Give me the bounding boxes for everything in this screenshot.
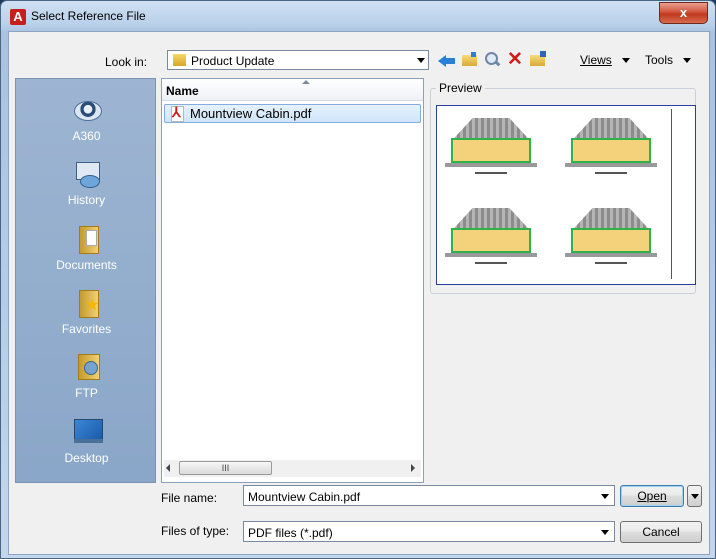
chevron-down-icon (691, 494, 699, 499)
places-item-label: FTP (75, 386, 98, 400)
file-type-value: PDF files (*.pdf) (248, 526, 333, 540)
scroll-thumb[interactable]: III (179, 461, 272, 475)
chevron-down-icon (683, 58, 692, 64)
file-type-dropdown[interactable]: PDF files (*.pdf) (243, 521, 615, 542)
chevron-down-icon[interactable] (417, 58, 425, 63)
open-button-label: Open (637, 489, 667, 503)
close-button[interactable]: x (659, 2, 708, 24)
places-item-label: Favorites (61, 322, 112, 336)
chevron-down-icon[interactable] (601, 494, 609, 499)
up-folder-icon[interactable] (461, 50, 479, 70)
elevation-drawing (565, 118, 657, 174)
preview-thumbnail (436, 105, 696, 285)
file-name-field[interactable]: Mountview Cabin.pdf (243, 485, 615, 506)
places-item-ftp[interactable]: FTP (16, 352, 157, 414)
favorites-icon (72, 288, 102, 318)
tools-label: Tools (645, 53, 674, 67)
open-button[interactable]: Open (620, 485, 684, 507)
history-icon (72, 159, 102, 189)
dialog-client-area: Look in: Product Update ✕ Views Tools A3… (8, 31, 710, 555)
file-list[interactable]: Name Mountview Cabin.pdf III (161, 78, 424, 483)
a360-icon (72, 95, 102, 125)
scroll-left-arrow-icon[interactable] (166, 464, 170, 472)
folder-icon (173, 54, 186, 66)
file-row[interactable]: Mountview Cabin.pdf (164, 104, 421, 123)
file-name-value: Mountview Cabin.pdf (248, 490, 361, 504)
places-sidebar: A360 History Documents Favorites FTP Des… (15, 78, 156, 483)
new-folder-icon[interactable] (529, 50, 547, 70)
tools-menu-button[interactable]: Tools (645, 50, 692, 70)
places-item-label: A360 (72, 129, 101, 143)
file-name-label: File name: (161, 491, 218, 505)
autocad-app-icon: A (10, 9, 26, 25)
scroll-right-arrow-icon[interactable] (411, 464, 415, 472)
elevation-drawing (445, 118, 537, 174)
name-column-header[interactable]: Name (162, 79, 423, 101)
places-item-desktop[interactable]: Desktop (16, 417, 157, 479)
look-in-label: Look in: (105, 55, 148, 69)
title-bar[interactable]: A Select Reference File x (1, 1, 715, 31)
places-item-documents[interactable]: Documents (16, 224, 157, 286)
file-type-label: Files of type: (161, 524, 230, 538)
look-in-value: Product Update (191, 54, 275, 68)
places-item-history[interactable]: History (16, 159, 157, 221)
delete-icon[interactable]: ✕ (506, 50, 524, 70)
documents-icon (72, 224, 102, 254)
look-in-dropdown[interactable]: Product Update (167, 50, 429, 70)
back-arrow-icon[interactable] (437, 50, 455, 70)
dialog-window: A Select Reference File x Look in: Produ… (0, 0, 716, 559)
cancel-button[interactable]: Cancel (620, 521, 702, 543)
chevron-down-icon[interactable] (601, 530, 609, 535)
places-item-label: Desktop (64, 451, 109, 465)
ftp-icon (72, 352, 102, 382)
views-menu-button[interactable]: Views (580, 50, 630, 70)
open-options-button[interactable] (687, 485, 702, 507)
desktop-icon (72, 417, 103, 447)
places-item-favorites[interactable]: Favorites (16, 288, 157, 350)
name-column-label: Name (166, 84, 199, 98)
file-name: Mountview Cabin.pdf (190, 106, 312, 121)
pdf-file-icon (171, 104, 184, 122)
places-item-label: Documents (56, 258, 117, 272)
places-item-a360[interactable]: A360 (16, 95, 157, 157)
horizontal-scrollbar[interactable]: III (164, 460, 421, 477)
window-title: Select Reference File (31, 9, 146, 23)
drawing-title-block (671, 109, 690, 279)
elevation-drawing (445, 208, 537, 264)
elevation-drawing (565, 208, 657, 264)
sort-ascending-icon (302, 80, 310, 84)
places-item-label: History (67, 193, 106, 207)
views-label: Views (580, 53, 612, 67)
preview-label: Preview (436, 81, 485, 95)
chevron-down-icon (621, 58, 630, 64)
search-web-icon[interactable] (483, 50, 501, 70)
